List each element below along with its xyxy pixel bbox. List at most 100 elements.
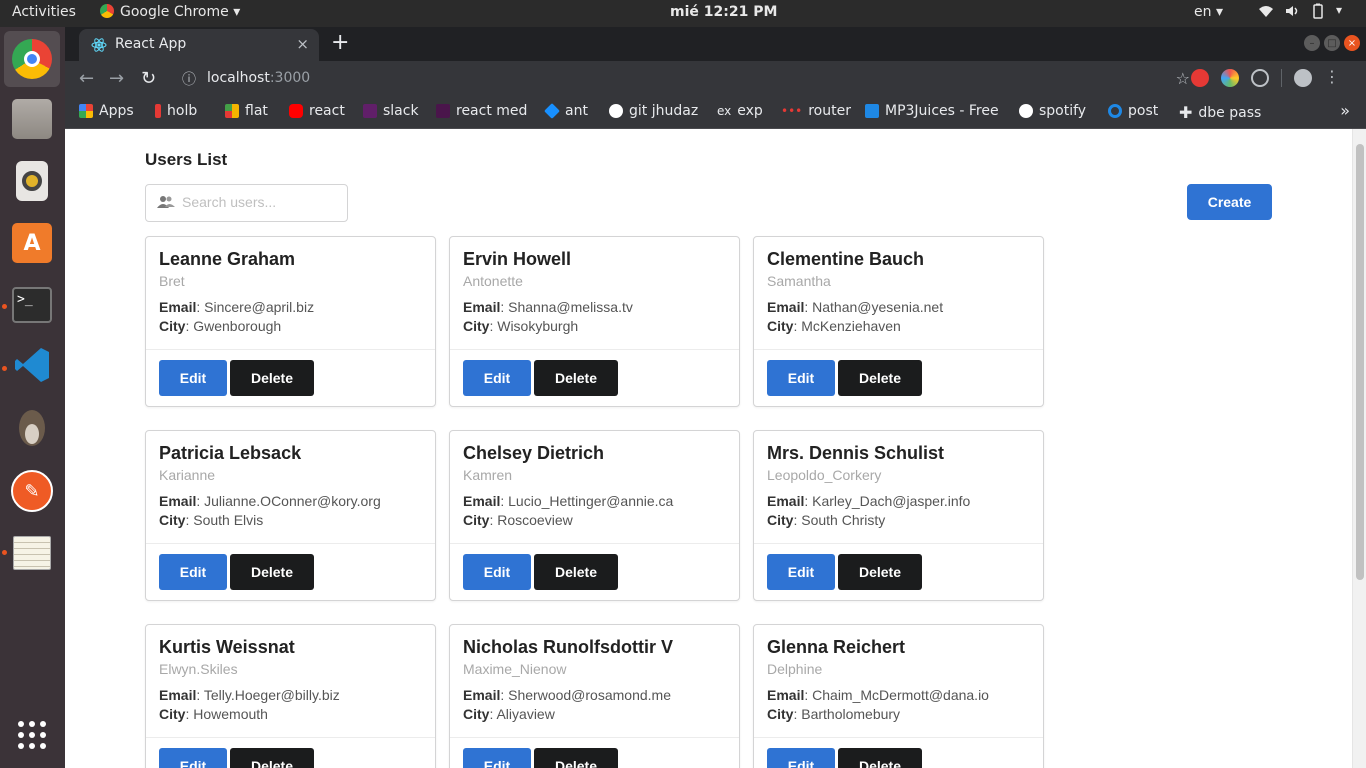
clock[interactable]: mié 12:21 PM [670, 4, 777, 20]
system-tray[interactable]: ▾ [1258, 3, 1342, 19]
city-label: City [767, 512, 794, 528]
more-bookmarks-icon[interactable]: » [1340, 101, 1350, 120]
user-name: Mrs. Dennis Schulist [767, 443, 945, 463]
dock-files[interactable] [8, 95, 56, 143]
search-input[interactable] [182, 194, 342, 210]
express-icon: ex [717, 104, 732, 118]
maximize-button[interactable]: □ [1324, 35, 1340, 51]
delete-button[interactable]: Delete [230, 554, 314, 590]
dock-gimp[interactable] [8, 405, 56, 453]
address-bar[interactable]: ⓘ localhost:3000 ☆ [170, 65, 1220, 93]
bookmark-exp[interactable]: ex exp [717, 103, 763, 119]
dock-vscode[interactable] [8, 343, 56, 391]
devtools-extension-icon[interactable] [1251, 69, 1269, 87]
info-icon[interactable]: ⓘ [182, 69, 196, 89]
activities-button[interactable]: Activities [12, 4, 76, 20]
bookmark-react-med[interactable]: react med [436, 103, 527, 119]
edit-button[interactable]: Edit [767, 748, 835, 768]
reload-icon[interactable]: ↻ [141, 68, 156, 89]
email-label: Email [159, 493, 197, 509]
delete-button[interactable]: Delete [230, 360, 314, 396]
dock-postman[interactable]: ✎ [8, 467, 56, 515]
chrome-icon [12, 39, 52, 79]
create-button[interactable]: Create [1187, 184, 1272, 220]
postman-icon: ✎ [11, 470, 53, 512]
search-box[interactable] [145, 184, 348, 222]
user-city: City: Aliyaview [463, 706, 555, 722]
slack-icon [436, 104, 450, 118]
email-value: Nathan@yesenia.net [812, 299, 944, 315]
email-label: Email [767, 687, 805, 703]
bookmark-label: exp [737, 103, 763, 119]
bookmark-mp3juices[interactable]: MP3Juices - Free [865, 103, 999, 119]
delete-button[interactable]: Delete [838, 360, 922, 396]
bookmark-slack[interactable]: slack [363, 103, 419, 119]
user-username: Kamren [463, 467, 513, 483]
scrollbar-thumb[interactable] [1356, 144, 1364, 580]
bookmark-label: dbe pass [1198, 104, 1262, 121]
email-value: Sincere@april.biz [204, 299, 315, 315]
bookmark-git-jhudaz[interactable]: git jhudaz [609, 103, 698, 119]
bookmark-dbe-pass[interactable]: ✚ dbe pass [1179, 103, 1261, 122]
city-value: Wisokyburgh [497, 318, 579, 334]
delete-button[interactable]: Delete [838, 748, 922, 768]
user-email: Email: Sincere@april.biz [159, 299, 315, 315]
new-tab-button[interactable]: + [331, 30, 349, 55]
adblock-extension-icon[interactable] [1191, 69, 1209, 87]
bookmark-label: Apps [99, 103, 134, 119]
forward-arrow-icon[interactable]: → [109, 68, 124, 89]
color-picker-extension-icon[interactable] [1221, 69, 1239, 87]
edit-button[interactable]: Edit [767, 554, 835, 590]
bookmark-react[interactable]: react [289, 103, 345, 119]
delete-button[interactable]: Delete [534, 748, 618, 768]
bookmark-star-icon[interactable]: ☆ [1176, 69, 1190, 88]
bookmark-post[interactable]: post [1108, 103, 1158, 119]
edit-button[interactable]: Edit [463, 360, 531, 396]
bookmark-apps[interactable]: Apps [79, 103, 134, 119]
page-scrollbar[interactable] [1352, 129, 1366, 768]
edit-button[interactable]: Edit [159, 554, 227, 590]
dock-text-editor[interactable] [8, 529, 56, 577]
dock-show-apps[interactable] [8, 711, 56, 759]
bookmark-label: spotify [1039, 103, 1087, 119]
dock-software[interactable]: A [8, 219, 56, 267]
user-card: Mrs. Dennis Schulist Leopoldo_Corkery Em… [753, 430, 1044, 601]
delete-button[interactable]: Delete [838, 554, 922, 590]
user-username: Antonette [463, 273, 523, 289]
language-indicator[interactable]: en ▾ [1194, 4, 1223, 20]
user-card: Nicholas Runolfsdottir V Maxime_Nienow E… [449, 624, 740, 768]
delete-button[interactable]: Delete [534, 360, 618, 396]
user-email: Email: Chaim_McDermott@dana.io [767, 687, 989, 703]
edit-button[interactable]: Edit [159, 748, 227, 768]
edit-button[interactable]: Edit [463, 748, 531, 768]
dock-terminal[interactable]: >_ [8, 281, 56, 329]
dock-chrome[interactable] [4, 31, 60, 87]
delete-button[interactable]: Delete [534, 554, 618, 590]
edit-button[interactable]: Edit [463, 554, 531, 590]
email-label: Email [463, 493, 501, 509]
dock-rhythmbox[interactable] [8, 157, 56, 205]
user-name: Leanne Graham [159, 249, 296, 269]
tab-react-app[interactable]: React App × [79, 29, 319, 61]
bookmark-flat[interactable]: flat [225, 103, 268, 119]
bookmark-holb[interactable]: holb [155, 103, 197, 119]
email-label: Email [463, 687, 501, 703]
edit-button[interactable]: Edit [767, 360, 835, 396]
user-email: Email: Shanna@melissa.tv [463, 299, 633, 315]
dock: A >_ ✎ [0, 27, 65, 768]
bookmark-spotify[interactable]: spotify [1019, 103, 1086, 119]
tab-close-icon[interactable]: × [296, 35, 309, 53]
email-value: Karley_Dach@jasper.info [812, 493, 971, 509]
bookmark-ant[interactable]: ant [544, 103, 588, 119]
profile-avatar-icon[interactable] [1294, 69, 1312, 87]
delete-button[interactable]: Delete [230, 748, 314, 768]
more-menu-icon[interactable]: ⋮ [1324, 69, 1340, 87]
edit-button[interactable]: Edit [159, 360, 227, 396]
app-menu[interactable]: Google Chrome ▾ [100, 4, 240, 20]
minimize-button[interactable]: – [1304, 35, 1320, 51]
back-arrow-icon[interactable]: ← [79, 68, 94, 89]
close-window-button[interactable]: × [1344, 35, 1360, 51]
bookmark-router[interactable]: ••• router [781, 103, 851, 119]
bookmark-label: git jhudaz [629, 103, 699, 119]
email-value: Sherwood@rosamond.me [508, 687, 671, 703]
